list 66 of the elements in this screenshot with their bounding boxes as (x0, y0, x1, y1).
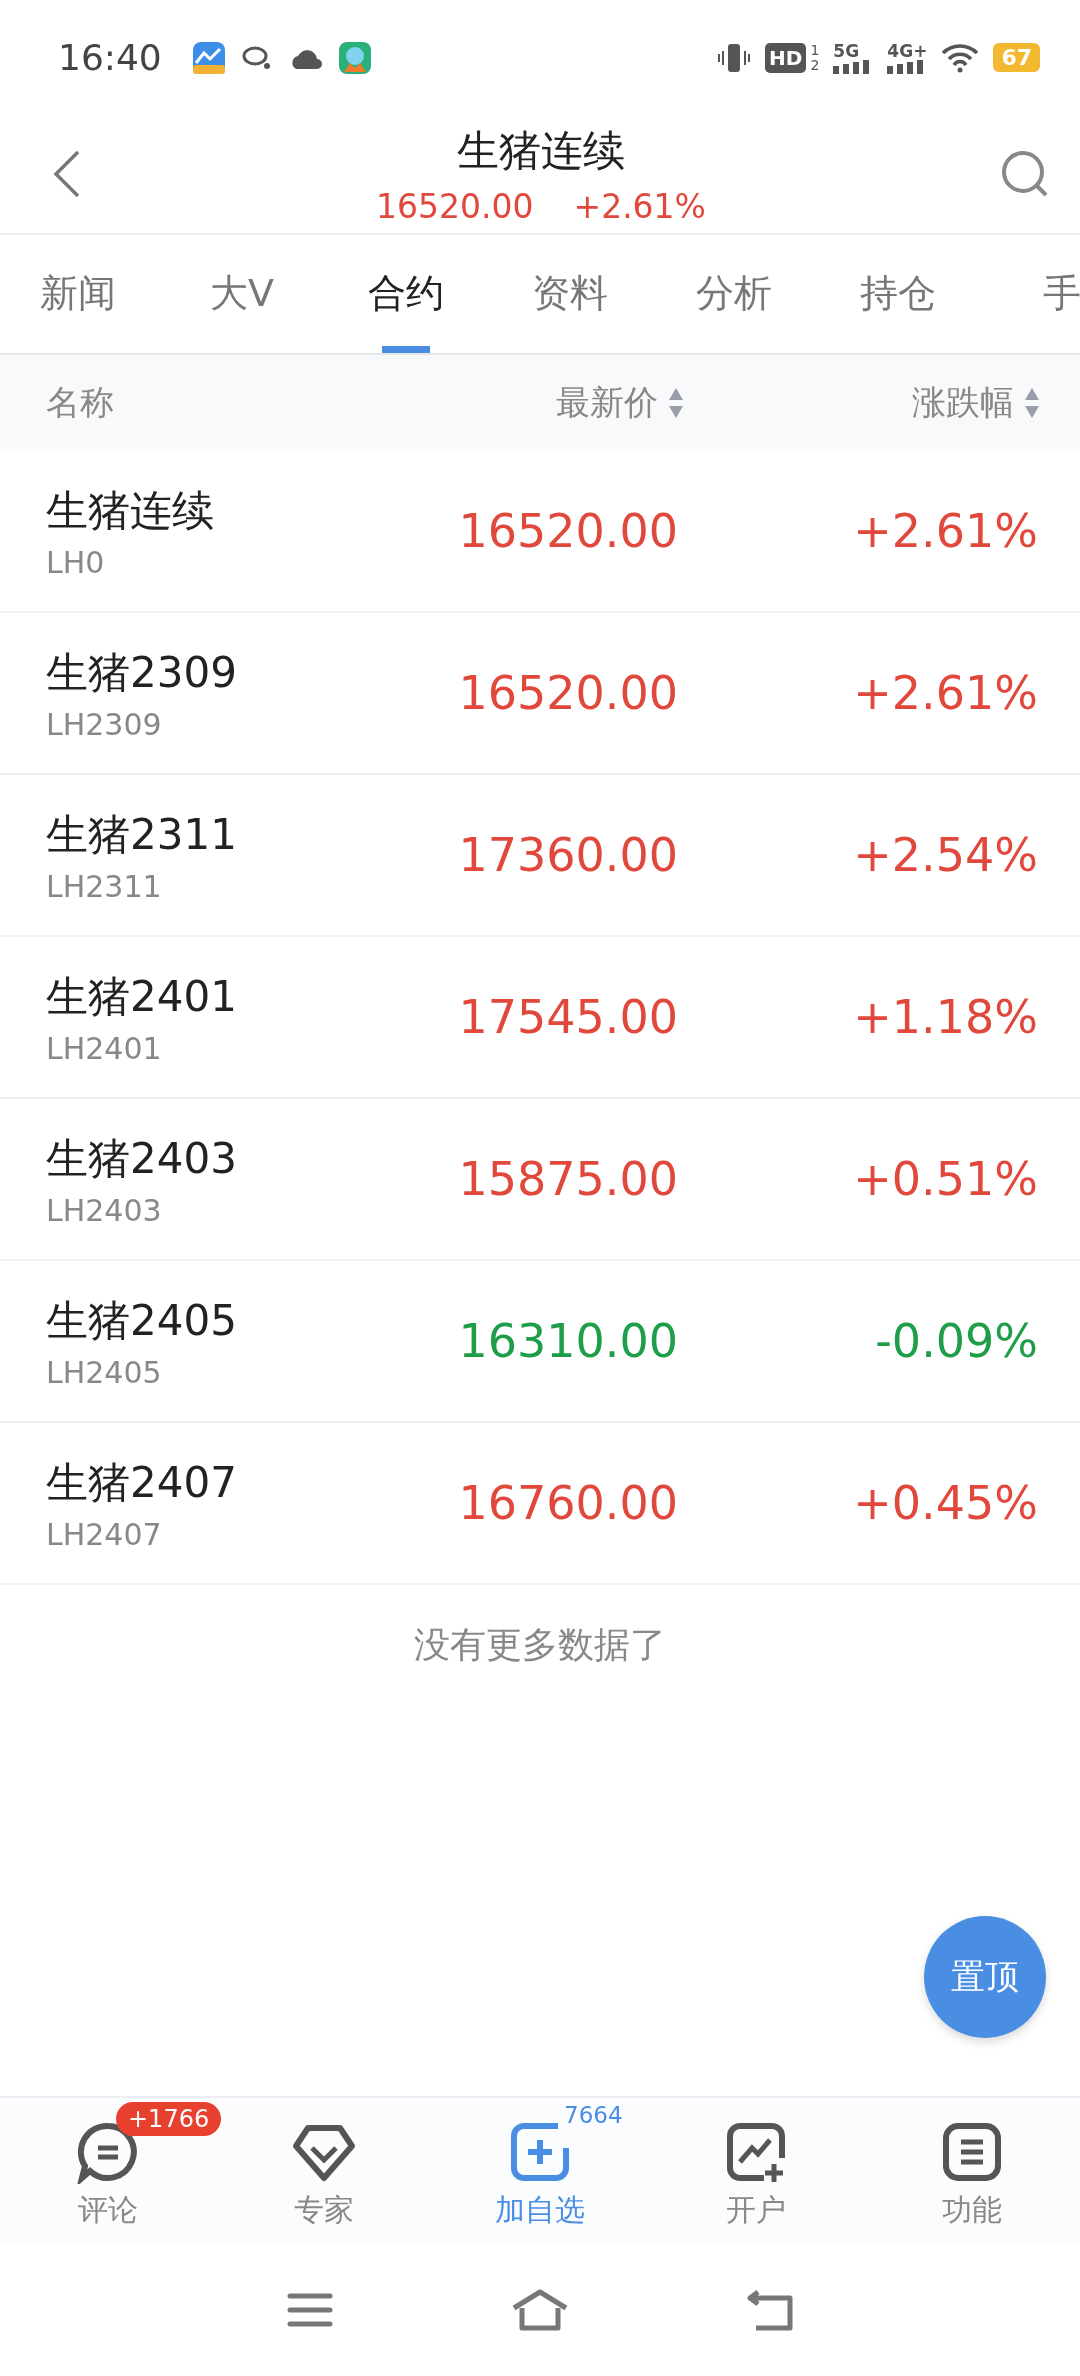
app-icon (337, 40, 372, 75)
contract-code: LH0 (46, 544, 105, 580)
sort-icon[interactable] (1024, 386, 1040, 420)
nav-item[interactable]: 功能 (864, 2098, 1080, 2244)
hd-indicator: HD (765, 42, 807, 73)
tab[interactable]: 大V (160, 235, 324, 353)
network-type: 4G+ (887, 41, 928, 60)
price-change: +2.54% (852, 828, 1038, 882)
end-note: 没有更多数据了 (414, 1623, 666, 1667)
watch-count: 7664 (564, 2102, 623, 2128)
latest-price: 16310.00 (457, 1314, 678, 1368)
battery-indicator: 67 (993, 43, 1040, 72)
price-change: +0.45% (852, 1476, 1038, 1530)
contract-name[interactable]: 生猪2407 (46, 1454, 237, 1511)
contract-name[interactable]: 生猪2309 (46, 644, 237, 701)
contract-name[interactable]: 生猪2311 (46, 806, 237, 863)
search-icon[interactable] (1000, 149, 1050, 199)
price-change: +2.61% (852, 504, 1038, 558)
latest-price: 16760.00 (457, 1476, 678, 1530)
latest-price: 16520.00 (457, 666, 678, 720)
contract-name[interactable]: 生猪2403 (46, 1130, 237, 1187)
status-time: 16:40 (58, 37, 162, 78)
tab[interactable]: 资料 (488, 235, 652, 353)
back-to-top-button[interactable]: 置顶 (924, 1916, 1046, 2038)
column-header[interactable]: 最新价 (556, 380, 658, 426)
contract-code: LH2401 (46, 1030, 162, 1066)
tab[interactable]: 手 (980, 235, 1080, 353)
tab[interactable]: 分析 (652, 235, 816, 353)
contract-name[interactable]: 生猪连续 (46, 482, 214, 539)
back-icon[interactable] (52, 149, 82, 199)
price-change: +2.61% (852, 666, 1038, 720)
wifi-icon (941, 42, 980, 73)
home-icon[interactable] (510, 2288, 570, 2332)
contract-code: LH2407 (46, 1516, 162, 1552)
header-change: +2.61% (573, 186, 706, 226)
header-price: 16520.00 (376, 186, 534, 226)
sim-number: 1 (810, 42, 820, 58)
chart-add-icon (724, 2120, 788, 2184)
notification-badge: +1766 (116, 2102, 222, 2136)
network-type: 5G (833, 41, 860, 60)
back-icon[interactable] (746, 2288, 794, 2332)
app-icon (191, 40, 226, 75)
nav-item[interactable]: 开户 (648, 2098, 864, 2244)
contract-code: LH2311 (46, 868, 162, 904)
latest-price: 16520.00 (457, 504, 678, 558)
tab[interactable]: 持仓 (816, 235, 980, 353)
sim-number: 2 (810, 57, 820, 73)
contract-code: LH2405 (46, 1354, 162, 1390)
price-change: +0.51% (852, 1152, 1038, 1206)
menu-icon (940, 2120, 1004, 2184)
tab[interactable]: 合约 (324, 235, 488, 353)
page-title: 生猪连续 (457, 124, 625, 177)
tab[interactable]: 新闻 (0, 235, 160, 353)
latest-price: 17545.00 (457, 990, 678, 1044)
latest-price: 17360.00 (457, 828, 678, 882)
contract-name[interactable]: 生猪2405 (46, 1292, 237, 1349)
contract-name[interactable]: 生猪2401 (46, 968, 237, 1025)
contract-code: LH2403 (46, 1192, 162, 1228)
price-change: -0.09% (874, 1314, 1038, 1368)
contract-code: LH2309 (46, 706, 162, 742)
price-change: +1.18% (852, 990, 1038, 1044)
nav-item[interactable]: 7664 加自选 (432, 2098, 648, 2244)
column-header[interactable]: 涨跌幅 (912, 380, 1014, 426)
column-header: 名称 (46, 381, 115, 424)
sort-icon[interactable] (668, 386, 684, 420)
latest-price: 15875.00 (457, 1152, 678, 1206)
